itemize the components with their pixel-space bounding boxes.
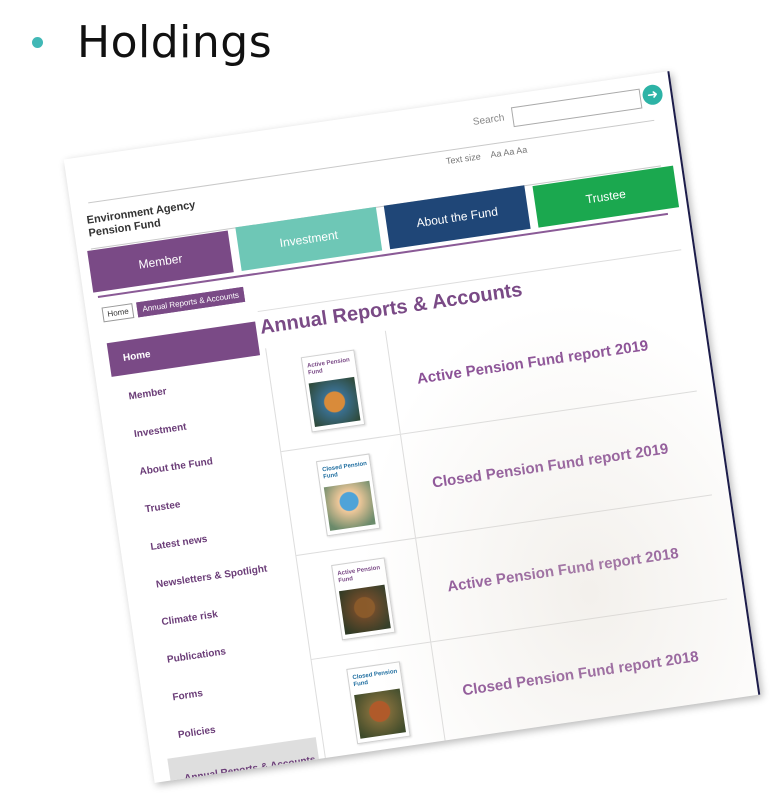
- report-thumb-cell: Closed Pension Fund: [281, 434, 417, 556]
- thumb-title: Active Pension Fund: [337, 565, 381, 585]
- reports-table: Active Pension Fund Active Pension Fund …: [265, 287, 743, 764]
- slide-title: Holdings: [12, 12, 272, 72]
- report-link[interactable]: Closed Pension Fund report 2018: [438, 648, 699, 703]
- kingfisher-photo: [308, 376, 361, 428]
- text-size-label: Text size: [445, 151, 482, 167]
- report-cover-thumbnail[interactable]: Closed Pension Fund: [346, 661, 411, 745]
- owl-photo: [338, 584, 391, 635]
- report-cover-thumbnail[interactable]: Active Pension Fund: [331, 557, 396, 641]
- tab-trustee[interactable]: Trustee: [532, 165, 680, 228]
- thumb-title: Closed Pension Fund: [352, 668, 398, 689]
- tab-about-the-fund[interactable]: About the Fund: [383, 185, 531, 250]
- report-link[interactable]: Active Pension Fund report 2019: [392, 337, 649, 391]
- report-link[interactable]: Closed Pension Fund report 2019: [407, 440, 669, 495]
- website-screenshot: Search ➜ Text size Aa Aa Aa Environment …: [63, 71, 761, 783]
- report-thumb-cell: Active Pension Fund: [296, 538, 432, 659]
- report-cover-thumbnail[interactable]: Closed Pension Fund: [315, 453, 381, 537]
- thumb-title: Active Pension Fund: [306, 357, 351, 377]
- text-size-options[interactable]: Aa Aa Aa: [490, 145, 528, 160]
- breadcrumb-home[interactable]: Home: [101, 303, 135, 323]
- search-label: Search: [472, 112, 506, 128]
- kingfisher-photo: [323, 480, 376, 531]
- thumb-title: Closed Pension Fund: [321, 460, 368, 481]
- report-link[interactable]: Active Pension Fund report 2018: [422, 544, 679, 598]
- search-input[interactable]: [510, 88, 643, 127]
- squirrel-photo: [354, 688, 406, 739]
- breadcrumb-current: Annual Reports & Accounts: [136, 286, 245, 318]
- search-go-icon[interactable]: ➜: [641, 83, 664, 107]
- tab-investment[interactable]: Investment: [235, 206, 383, 271]
- bullet-icon: [32, 36, 43, 48]
- report-thumb-cell: Active Pension Fund: [266, 330, 401, 452]
- tab-member[interactable]: Member: [87, 230, 234, 293]
- report-thumb-cell: Closed Pension Fund: [311, 642, 447, 763]
- slide-title-text: Holdings: [77, 16, 273, 68]
- report-cover-thumbnail[interactable]: Active Pension Fund: [300, 349, 366, 433]
